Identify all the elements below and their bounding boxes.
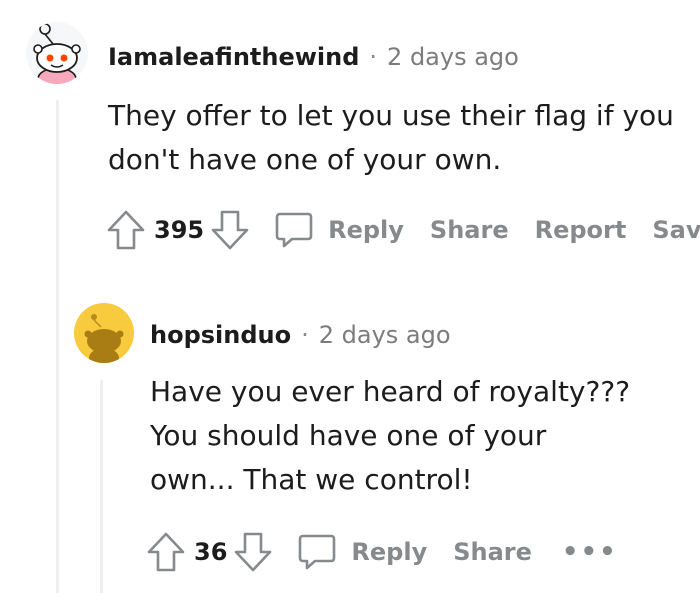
username[interactable]: hopsinduo — [150, 321, 291, 349]
timestamp[interactable]: 2 days ago — [387, 43, 519, 71]
downvote-arrow-icon[interactable] — [210, 208, 250, 252]
comment-bubble-icon — [299, 534, 336, 570]
comment-meta: Iamaleafinthewind · 2 days ago — [108, 43, 519, 71]
reply-label: Reply — [328, 216, 404, 244]
meta-separator: · — [301, 321, 309, 349]
comment-body-line: own... That we control! — [150, 463, 473, 496]
avatar[interactable] — [74, 303, 134, 363]
meta-separator: · — [369, 43, 378, 71]
downvote-arrow-icon[interactable] — [233, 530, 273, 574]
report-button[interactable]: Report — [535, 216, 627, 244]
reply-label: Reply — [351, 538, 428, 566]
comment-body: They offer to let you use their flag if … — [108, 94, 674, 182]
comment-body-line: You should have one of your — [150, 419, 547, 452]
reply-button[interactable]: Reply — [274, 210, 404, 250]
comment-body-line: They offer to let you use their flag if … — [108, 99, 674, 132]
share-button[interactable]: Share — [430, 216, 509, 244]
comment-bubble-icon — [275, 212, 313, 248]
comment-body: Have you ever heard of royalty??? You sh… — [150, 370, 630, 502]
thread-line-nested[interactable] — [100, 380, 103, 593]
vote-score: 36 — [194, 538, 228, 566]
vote-score: 395 — [154, 216, 205, 244]
comment-body-line: Have you ever heard of royalty??? — [150, 375, 631, 408]
share-button[interactable]: Share — [453, 538, 532, 566]
comment-body-line: don't have one of your own. — [108, 143, 502, 176]
save-button[interactable]: Save — [652, 216, 700, 244]
vote-control: 36 — [146, 530, 273, 574]
username[interactable]: Iamaleafinthewind — [108, 43, 359, 71]
comment-meta: hopsinduo · 2 days ago — [150, 321, 451, 349]
vote-control: 395 — [106, 208, 250, 252]
thread-line[interactable] — [56, 100, 59, 593]
upvote-arrow-icon[interactable] — [146, 530, 186, 574]
more-options-icon[interactable]: ••• — [562, 537, 618, 567]
upvote-arrow-icon[interactable] — [106, 208, 146, 252]
snoo-avatar-icon — [74, 303, 134, 363]
reply-button[interactable]: Reply — [297, 532, 427, 572]
snoo-avatar-icon — [26, 22, 88, 84]
comment-actions: 395 Reply Share Report Save — [106, 208, 700, 252]
comment-actions: 36 Reply Share ••• — [146, 530, 618, 574]
avatar[interactable] — [26, 22, 88, 84]
timestamp[interactable]: 2 days ago — [319, 321, 451, 349]
